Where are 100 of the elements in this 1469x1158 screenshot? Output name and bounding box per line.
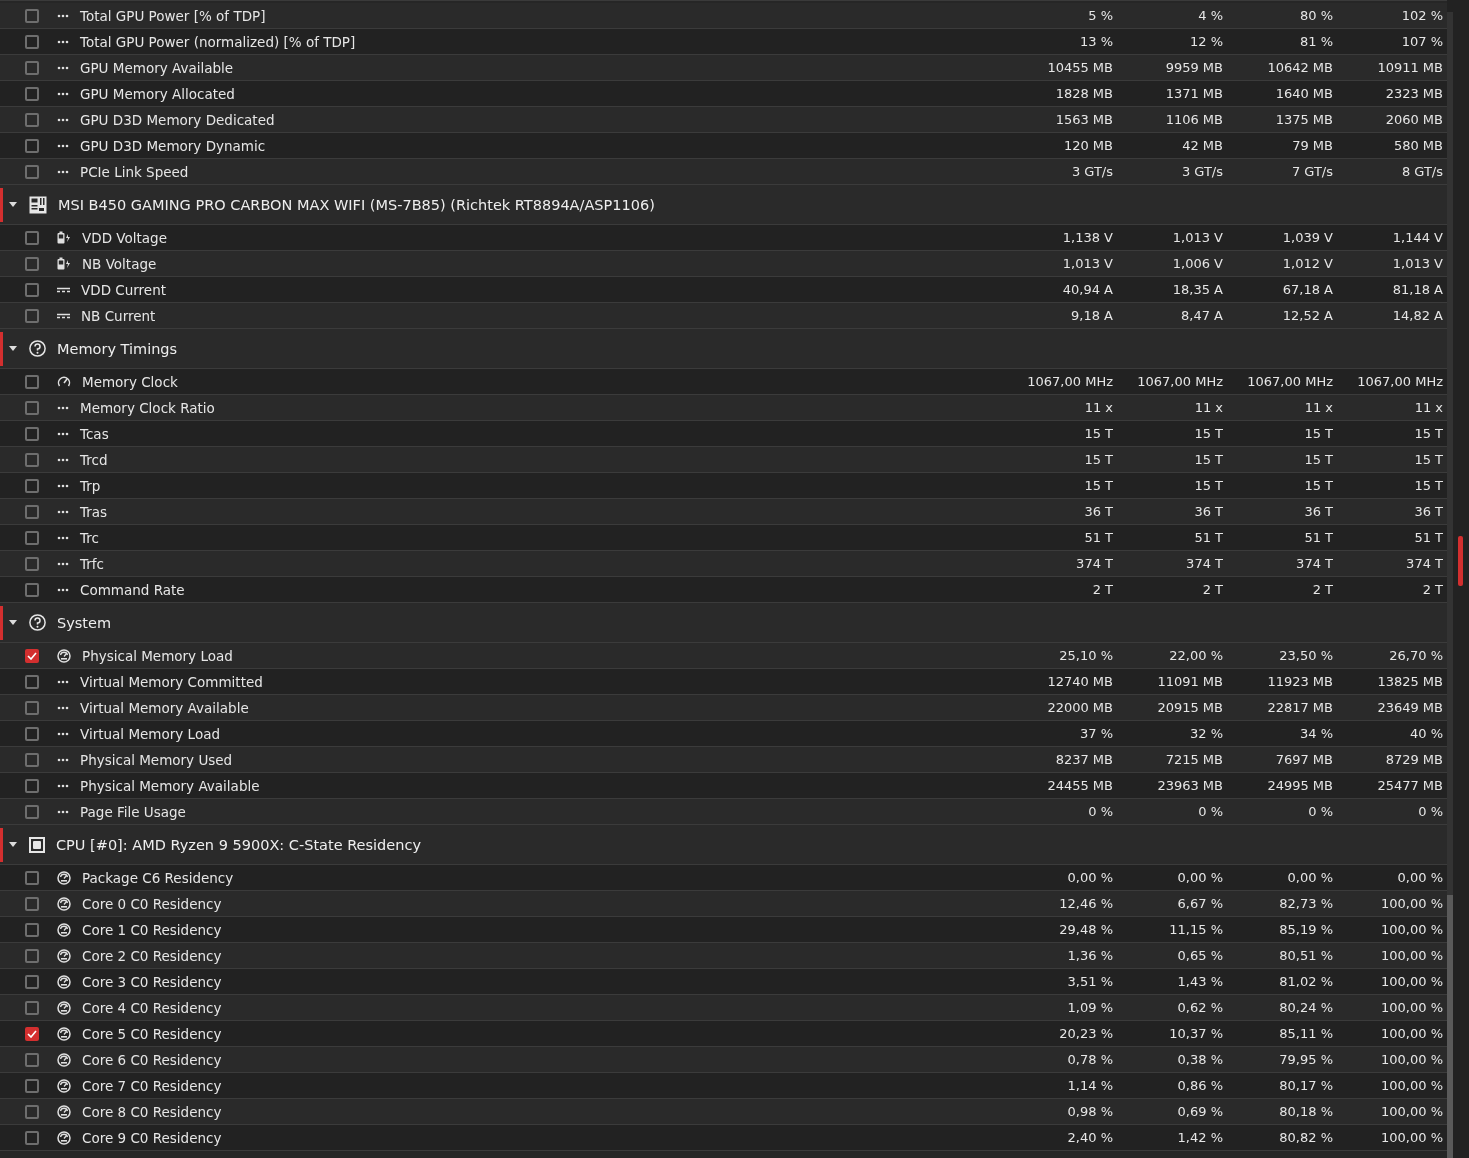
sensor-value: 20,23 % [1058,1026,1114,1041]
sensor-value: 36 T [1083,504,1114,519]
sensor-value: 0,65 % [1176,948,1224,963]
sensor-value: 1067,00 MHz [1136,374,1224,389]
checkbox[interactable] [25,400,39,415]
checkbox[interactable] [25,112,39,127]
sensor-value: 1,013 V [1061,256,1114,271]
checkbox[interactable] [25,896,39,911]
sensor-name: Core 8 C0 Residency [82,1103,222,1120]
scrollbar[interactable] [1447,0,1469,1158]
sensor-value: 1,42 % [1176,1130,1224,1145]
checkbox[interactable] [25,582,39,597]
dots-icon [57,535,69,540]
checkbox[interactable] [25,1104,39,1119]
checkbox[interactable] [25,726,39,741]
sensor-value: 34 % [1298,726,1334,741]
sensor-name: GPU D3D Memory Dedicated [80,111,275,128]
sensor-value: 1,006 V [1171,256,1224,271]
sensor-value: 100,00 % [1380,1104,1444,1119]
sensor-value: 10911 MB [1376,60,1444,75]
sensor-value: 0,62 % [1176,1000,1224,1015]
checkbox[interactable] [25,530,39,545]
checkbox[interactable] [25,556,39,571]
checkbox[interactable] [25,164,39,179]
sensor-value: 0,98 % [1066,1104,1114,1119]
sensor-value: 2 T [1421,582,1444,597]
checkbox[interactable] [25,1130,39,1145]
sensor-value: 12,46 % [1058,896,1114,911]
sensor-value: 2,40 % [1066,1130,1114,1145]
checkbox[interactable] [25,308,39,323]
checkbox[interactable] [25,60,39,75]
section-header[interactable]: Memory Timings [0,329,1447,369]
sensor-value: 79,95 % [1278,1052,1334,1067]
sensor-value: 11 x [1303,400,1334,415]
checkbox[interactable] [25,948,39,963]
sensor-value: 14,82 A [1391,308,1444,323]
sensor-value: 37 % [1078,726,1114,741]
sensor-value: 4 % [1197,8,1224,23]
checkbox[interactable] [25,804,39,819]
checkbox[interactable] [25,374,39,389]
gauge-icon [57,1026,71,1041]
caret-icon[interactable] [9,842,17,847]
checkbox[interactable] [25,752,39,767]
checkbox[interactable] [25,674,39,689]
sensor-value: 26,70 % [1388,648,1444,663]
checkbox[interactable] [25,1000,39,1015]
checkbox[interactable] [25,778,39,793]
gauge-icon [57,948,71,963]
sensor-value: 2 T [1201,582,1224,597]
sensor-value: 374 T [1295,556,1334,571]
checkbox[interactable] [25,8,39,23]
checkbox[interactable] [25,1078,39,1093]
sensor-name: Package C6 Residency [82,869,234,886]
sensor-value: 1,144 V [1391,230,1444,245]
checkbox[interactable] [25,478,39,493]
caret-icon[interactable] [9,346,17,351]
caret-icon[interactable] [9,202,17,207]
sensor-value: 24995 MB [1266,778,1334,793]
checkbox[interactable] [25,700,39,715]
sensor-value: 10,37 % [1168,1026,1224,1041]
checkbox[interactable] [25,256,39,271]
section-title: MSI B450 GAMING PRO CARBON MAX WIFI (MS-7B85) (Richtek RT8894A/ASP1106) [58,196,655,213]
section-header[interactable]: System [0,603,1447,643]
checkbox[interactable] [25,452,39,467]
section-header[interactable]: MSI B450 GAMING PRO CARBON MAX WIFI (MS-7B85) (Richtek RT8894A/ASP1106) [0,185,1447,225]
section-header[interactable]: CPU [#0]: AMD Ryzen 9 5900X: C-State Residency [0,825,1447,865]
scrollbar-thumb[interactable] [1447,895,1453,1158]
sensor-value: 374 T [1185,556,1224,571]
checkbox[interactable] [25,86,39,101]
dots-icon [57,679,69,684]
scroll-marker [1458,536,1463,586]
sensor-name: GPU Memory Allocated [80,85,235,102]
checkbox[interactable] [25,138,39,153]
sensor-value: 0,38 % [1176,1052,1224,1067]
checkbox[interactable] [25,870,39,885]
checkbox[interactable] [25,282,39,297]
checkbox[interactable] [25,1052,39,1067]
sensor-value: 0,00 % [1066,870,1114,885]
checkbox[interactable] [25,504,39,519]
checkbox[interactable] [25,974,39,989]
direct-current-icon [57,286,70,293]
sensor-name: NB Current [81,307,156,324]
sensor-value: 80 % [1298,8,1334,23]
checkbox[interactable] [25,1026,39,1041]
sensor-value: 22817 MB [1266,700,1334,715]
sensor-value: 23963 MB [1156,778,1224,793]
checkbox[interactable] [25,34,39,49]
caret-icon[interactable] [9,620,17,625]
checkbox[interactable] [25,922,39,937]
sensor-value: 7 GT/s [1290,164,1334,179]
checkbox[interactable] [25,648,39,663]
sensor-value: 15 T [1303,452,1334,467]
sensor-value: 0 % [1417,804,1444,819]
checkbox[interactable] [25,426,39,441]
sensor-value: 80,82 % [1278,1130,1334,1145]
question-icon [29,614,46,631]
sensor-value: 12 % [1188,34,1224,49]
sensor-value: 42 MB [1181,138,1224,153]
sensor-name: Total GPU Power (normalized) [% of TDP] [80,33,356,50]
checkbox[interactable] [25,230,39,245]
